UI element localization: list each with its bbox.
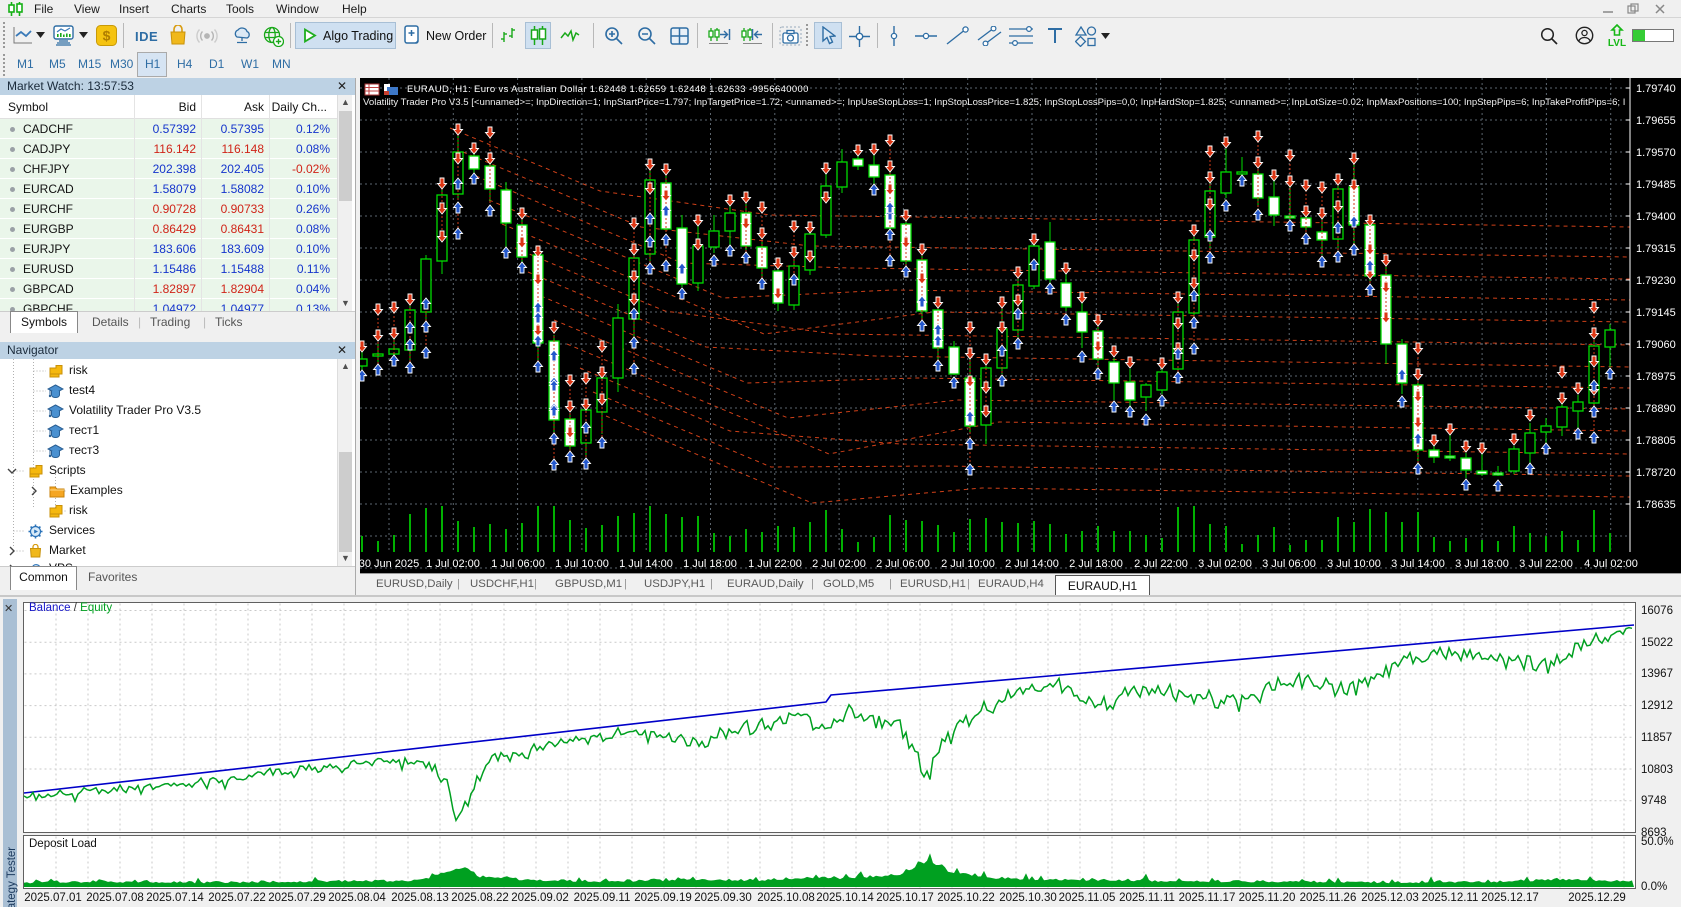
svg-text:1.79060: 1.79060	[1636, 339, 1676, 351]
svg-text:1.79485: 1.79485	[1636, 179, 1676, 191]
svg-text:12912: 12912	[1641, 700, 1673, 712]
svg-text:2 Jul 18:00: 2 Jul 18:00	[1069, 558, 1123, 570]
svg-text:1.78635: 1.78635	[1636, 499, 1676, 511]
svg-text:1 Jul 14:00: 1 Jul 14:00	[619, 558, 673, 570]
svg-text:LVL: LVL	[1608, 38, 1626, 48]
svg-text:✕: ✕	[4, 603, 13, 615]
svg-text:3 Jul 22:00: 3 Jul 22:00	[1519, 558, 1573, 570]
svg-text:2025.11.26: 2025.11.26	[1300, 892, 1357, 904]
svg-text:2025.08.22: 2025.08.22	[451, 892, 509, 904]
svg-text:Volatility Trader Pro V3.5 [<u: Volatility Trader Pro V3.5 [<unnamed>=; …	[363, 97, 1625, 108]
svg-text:1 Jul 02:00: 1 Jul 02:00	[426, 558, 480, 570]
svg-text:3 Jul 18:00: 3 Jul 18:00	[1455, 558, 1509, 570]
svg-text:1.79400: 1.79400	[1636, 211, 1676, 223]
svg-text:1 Jul 18:00: 1 Jul 18:00	[683, 558, 737, 570]
svg-text:Balance / Equity: Balance / Equity	[29, 602, 112, 614]
svg-text:2 Jul 06:00: 2 Jul 06:00	[876, 558, 930, 570]
svg-text:2 Jul 02:00: 2 Jul 02:00	[812, 558, 866, 570]
svg-text:9748: 9748	[1641, 795, 1667, 807]
svg-text:2025.10.08: 2025.10.08	[757, 892, 815, 904]
svg-text:1.79655: 1.79655	[1636, 115, 1676, 127]
svg-text:1.78805: 1.78805	[1636, 435, 1676, 447]
svg-text:3 Jul 06:00: 3 Jul 06:00	[1262, 558, 1316, 570]
svg-text:1 Jul 10:00: 1 Jul 10:00	[555, 558, 609, 570]
svg-text:1.79570: 1.79570	[1636, 147, 1676, 159]
svg-text:15022: 15022	[1641, 637, 1673, 649]
svg-text:3 Jul 02:00: 3 Jul 02:00	[1198, 558, 1252, 570]
svg-text:0.0%: 0.0%	[1641, 881, 1667, 893]
svg-text:$: $	[103, 28, 111, 44]
svg-text:1.78720: 1.78720	[1636, 467, 1676, 479]
svg-text:2025.12.17: 2025.12.17	[1481, 892, 1539, 904]
svg-text:2025.09.11: 2025.09.11	[574, 892, 631, 904]
svg-text:2025.11.20: 2025.11.20	[1239, 892, 1296, 904]
svg-text:EURAUD, H1: Euro vs Australia: EURAUD, H1: Euro vs Australian Dollar 1.…	[407, 84, 809, 95]
svg-text:11857: 11857	[1641, 732, 1672, 744]
svg-text:Deposit Load: Deposit Load	[29, 838, 97, 850]
svg-text:2025.10.14: 2025.10.14	[816, 892, 874, 904]
svg-text:2025.08.04: 2025.08.04	[328, 892, 386, 904]
svg-text:2025.09.30: 2025.09.30	[694, 892, 752, 904]
svg-text:2025.07.29: 2025.07.29	[268, 892, 326, 904]
svg-text:2025.07.01: 2025.07.01	[24, 892, 82, 904]
svg-text:2025.09.19: 2025.09.19	[634, 892, 692, 904]
svg-text:1.78890: 1.78890	[1636, 403, 1676, 415]
svg-text:3 Jul 14:00: 3 Jul 14:00	[1391, 558, 1445, 570]
svg-text:2025.09.02: 2025.09.02	[511, 892, 569, 904]
svg-text:2 Jul 22:00: 2 Jul 22:00	[1134, 558, 1188, 570]
svg-text:16076: 16076	[1641, 605, 1673, 617]
svg-text:4 Jul 02:00: 4 Jul 02:00	[1584, 558, 1638, 570]
svg-text:13967: 13967	[1641, 668, 1673, 680]
svg-text:2025.12.29: 2025.12.29	[1568, 892, 1626, 904]
svg-text:2025.07.22: 2025.07.22	[208, 892, 266, 904]
svg-text:3 Jul 10:00: 3 Jul 10:00	[1327, 558, 1381, 570]
svg-text:1.79145: 1.79145	[1636, 307, 1676, 319]
svg-text:50.0%: 50.0%	[1641, 836, 1674, 848]
svg-text:2025.12.11: 2025.12.11	[1422, 892, 1479, 904]
svg-text:2025.10.22: 2025.10.22	[937, 892, 995, 904]
svg-text:10803: 10803	[1641, 764, 1673, 776]
svg-text:2025.10.30: 2025.10.30	[999, 892, 1057, 904]
svg-text:1.79740: 1.79740	[1636, 83, 1676, 95]
svg-text:1 Jul 06:00: 1 Jul 06:00	[491, 558, 545, 570]
svg-text:2025.08.13: 2025.08.13	[391, 892, 449, 904]
svg-text:2025.12.03: 2025.12.03	[1361, 892, 1419, 904]
svg-text:Strategy Tester: Strategy Tester	[6, 847, 18, 907]
svg-text:30 Jun 2025: 30 Jun 2025	[360, 558, 419, 570]
svg-text:1.79230: 1.79230	[1636, 275, 1676, 287]
svg-text:2 Jul 10:00: 2 Jul 10:00	[941, 558, 995, 570]
svg-text:2025.07.14: 2025.07.14	[146, 892, 204, 904]
svg-text:2025.10.17: 2025.10.17	[876, 892, 934, 904]
svg-text:2025.11.17: 2025.11.17	[1179, 892, 1236, 904]
svg-text:1.78975: 1.78975	[1636, 371, 1676, 383]
svg-text:2025.11.05: 2025.11.05	[1059, 892, 1116, 904]
svg-text:1 Jul 22:00: 1 Jul 22:00	[748, 558, 802, 570]
svg-text:2 Jul 14:00: 2 Jul 14:00	[1005, 558, 1059, 570]
svg-text:2025.11.11: 2025.11.11	[1119, 892, 1175, 904]
svg-text:1.79315: 1.79315	[1636, 243, 1676, 255]
svg-text:2025.07.08: 2025.07.08	[86, 892, 144, 904]
